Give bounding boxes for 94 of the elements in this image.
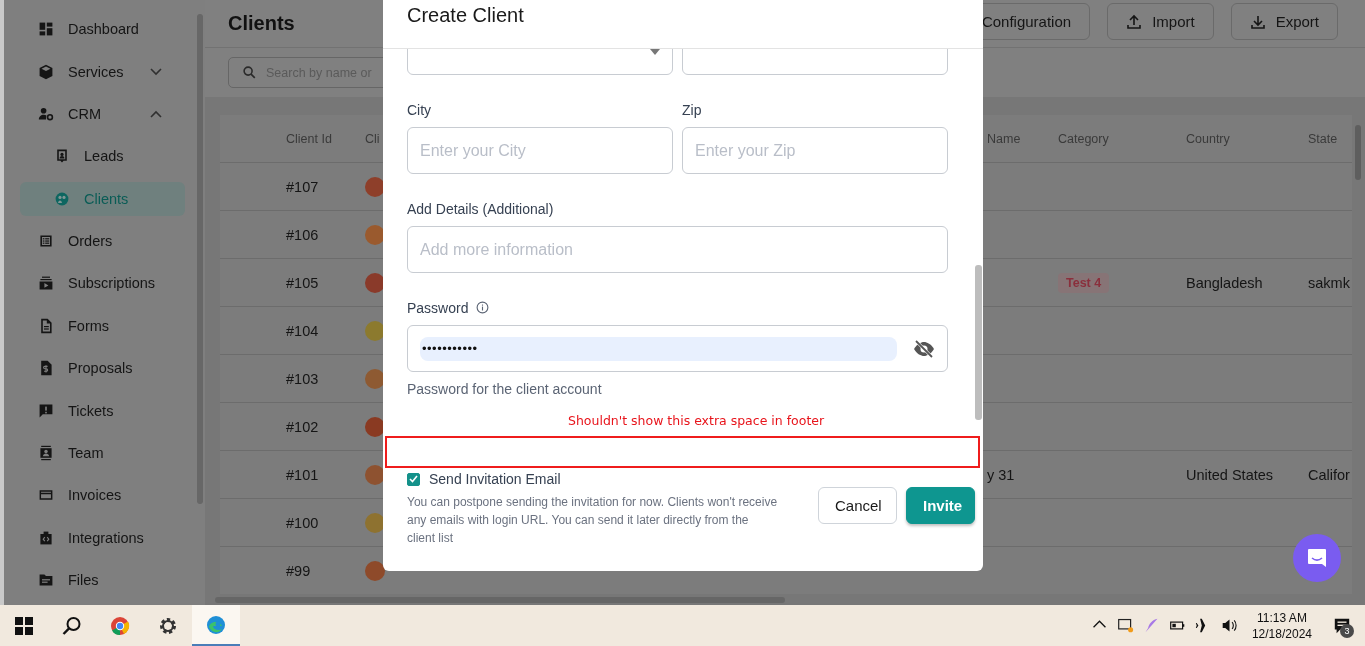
cancel-button[interactable]: Cancel	[818, 487, 897, 524]
eye-off-icon[interactable]	[913, 339, 935, 358]
help-text: Password for the client account	[407, 381, 603, 397]
table-cell-text: #103	[286, 370, 320, 387]
input-field[interactable]: Enter your City	[407, 127, 673, 174]
sidebar-item[interactable]: Services	[20, 54, 185, 89]
table-cell-text: y 31	[987, 466, 1016, 483]
scrollbar[interactable]	[1355, 125, 1361, 180]
sidebar-item[interactable]: Integrations	[20, 520, 185, 555]
sidebar-item[interactable]: Leads	[20, 139, 185, 174]
avatar	[365, 368, 385, 389]
table-cell-text: #105	[286, 274, 320, 291]
sidebar-item[interactable]: Files	[20, 563, 185, 598]
sidebar-item[interactable]: Forms	[20, 308, 185, 343]
sidebar-item[interactable]: Dashboard	[20, 12, 185, 47]
field-label: City	[407, 101, 432, 118]
annotation-text: Shouldn't show this extra space in footer	[568, 413, 825, 428]
cube-icon	[38, 63, 54, 80]
scrollbar[interactable]	[975, 265, 982, 420]
search-icon	[62, 615, 82, 636]
edge-browser-icon	[206, 614, 226, 635]
people-circle-icon	[54, 190, 70, 207]
table-cell-text: #104	[286, 322, 320, 339]
sidebar-item[interactable]: Subscriptions	[20, 266, 185, 301]
avatar	[365, 320, 385, 341]
field-label: Password	[407, 299, 469, 316]
download-icon	[1249, 13, 1266, 30]
upload-icon	[1126, 13, 1143, 30]
contact-card-icon	[54, 148, 70, 165]
avatar	[365, 224, 385, 245]
category-tag: Test 4	[1058, 272, 1110, 293]
column-header: Client Id	[286, 131, 333, 146]
table-cell-text: United States	[1186, 466, 1275, 483]
invitation-note: You can postpone sending the invitation for now. Clients won't receive any emails with login URL. You can send it later directly from the client list	[407, 494, 779, 547]
input-field[interactable]: Enter your Zip	[682, 127, 948, 174]
column-header: Country	[1186, 131, 1231, 146]
sidebar-item[interactable]: Invoices	[20, 478, 185, 513]
list-icon	[38, 233, 54, 250]
input-field[interactable]: Add more information	[407, 226, 948, 273]
table-cell-text: #100	[286, 514, 320, 531]
avatar	[365, 560, 385, 581]
tray-icon[interactable]	[1115, 617, 1135, 634]
alert-message-icon	[38, 402, 54, 419]
column-header: Category	[1058, 131, 1110, 146]
avatar	[365, 416, 385, 437]
dialog-title: Create Client	[407, 4, 524, 27]
folder-icon	[38, 572, 54, 589]
plugin-icon	[38, 529, 54, 546]
taskbar-clock[interactable]: 11:13 AM 12/18/2024	[1251, 609, 1312, 642]
password-field[interactable]: •••••••••••	[407, 325, 948, 372]
table-cell-text: Bangladesh	[1186, 274, 1264, 291]
invite-checkbox[interactable]: Send Invitation Email	[407, 469, 807, 489]
avatar	[365, 176, 385, 197]
avatar	[365, 512, 385, 533]
notification-button[interactable]: 3	[1327, 610, 1357, 641]
table-cell-text: #102	[286, 418, 320, 435]
document-icon	[38, 317, 54, 334]
toolbar-button[interactable]: Export	[1230, 3, 1338, 40]
search-icon	[243, 66, 256, 79]
table-cell-text: #106	[286, 226, 320, 243]
table-cell-text: #101	[286, 466, 320, 483]
info-icon	[476, 301, 490, 314]
sidebar-item[interactable]: Tickets	[20, 393, 185, 428]
scrollbar[interactable]	[197, 14, 203, 504]
browser-icon	[110, 615, 130, 636]
speaker-icon	[1220, 617, 1238, 634]
column-header: Name	[987, 131, 1022, 146]
dashboard-icon	[38, 21, 54, 38]
table-cell-text: Califor	[1308, 466, 1351, 483]
field-label: Add Details (Additional)	[407, 200, 554, 217]
gear-icon	[158, 615, 178, 636]
contact-icon	[38, 444, 54, 461]
user-gear-icon	[38, 105, 54, 122]
column-header: State	[1308, 131, 1339, 146]
sidebar-item[interactable]: Orders	[20, 224, 185, 259]
toolbar-button[interactable]: Import	[1107, 3, 1214, 40]
column-header: Cli	[365, 131, 381, 146]
sidebar-item[interactable]: Proposals	[20, 351, 185, 386]
avatar	[365, 464, 385, 485]
table-cell-text: sakmk	[1308, 274, 1351, 291]
windows-logo-icon	[14, 615, 34, 636]
table-cell-text: #99	[286, 562, 312, 579]
monitor-icon	[1116, 617, 1134, 634]
chat-icon	[1306, 547, 1328, 569]
invite-button[interactable]: Invite	[906, 487, 975, 524]
check-icon	[409, 475, 418, 483]
page-title: Clients	[228, 12, 295, 35]
sidebar-item[interactable]: CRM	[20, 96, 185, 131]
play-stack-icon	[38, 275, 54, 292]
sidebar-item[interactable]: Team	[20, 435, 185, 470]
field-label: Zip	[682, 101, 702, 118]
avatar	[365, 272, 385, 293]
dollar-document-icon	[38, 360, 54, 377]
table-cell-text: #107	[286, 178, 320, 195]
